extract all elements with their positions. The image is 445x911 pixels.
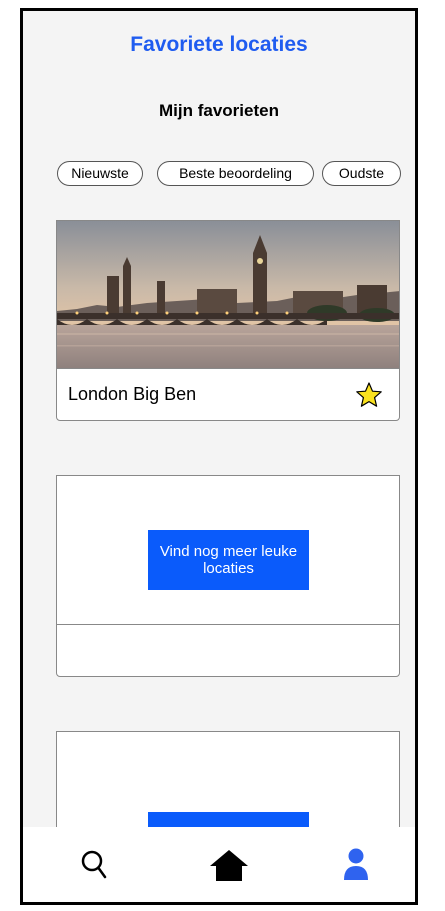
filter-oldest-button[interactable]: Oudste (322, 161, 401, 186)
discover-card-image: Vind nog meer leuke locaties (56, 475, 400, 625)
nav-search[interactable] (75, 845, 115, 885)
location-card-footer[interactable]: London Big Ben (56, 368, 400, 421)
find-more-locations-button[interactable]: Vind nog meer leuke locaties (148, 530, 309, 590)
search-icon (81, 850, 107, 879)
london-skyline-photo (57, 221, 399, 368)
section-subtitle: Mijn favorieten (159, 101, 279, 120)
phone-frame: Favoriete locaties Mijn favorieten Nieuw… (20, 8, 418, 905)
star-icon[interactable] (355, 381, 383, 409)
nav-home[interactable] (209, 845, 249, 885)
filter-newest-button[interactable]: Nieuwste (57, 161, 143, 186)
profile-icon (344, 848, 368, 880)
home-icon (210, 850, 248, 881)
location-card-image[interactable] (56, 220, 400, 369)
location-name: London Big Ben (68, 384, 197, 404)
bottom-navigation (23, 827, 415, 902)
nav-profile[interactable] (336, 845, 376, 885)
page-title: Favoriete locaties (130, 33, 308, 56)
discover-card-footer (56, 624, 400, 677)
filter-best-rating-button[interactable]: Beste beoordeling (157, 161, 314, 186)
